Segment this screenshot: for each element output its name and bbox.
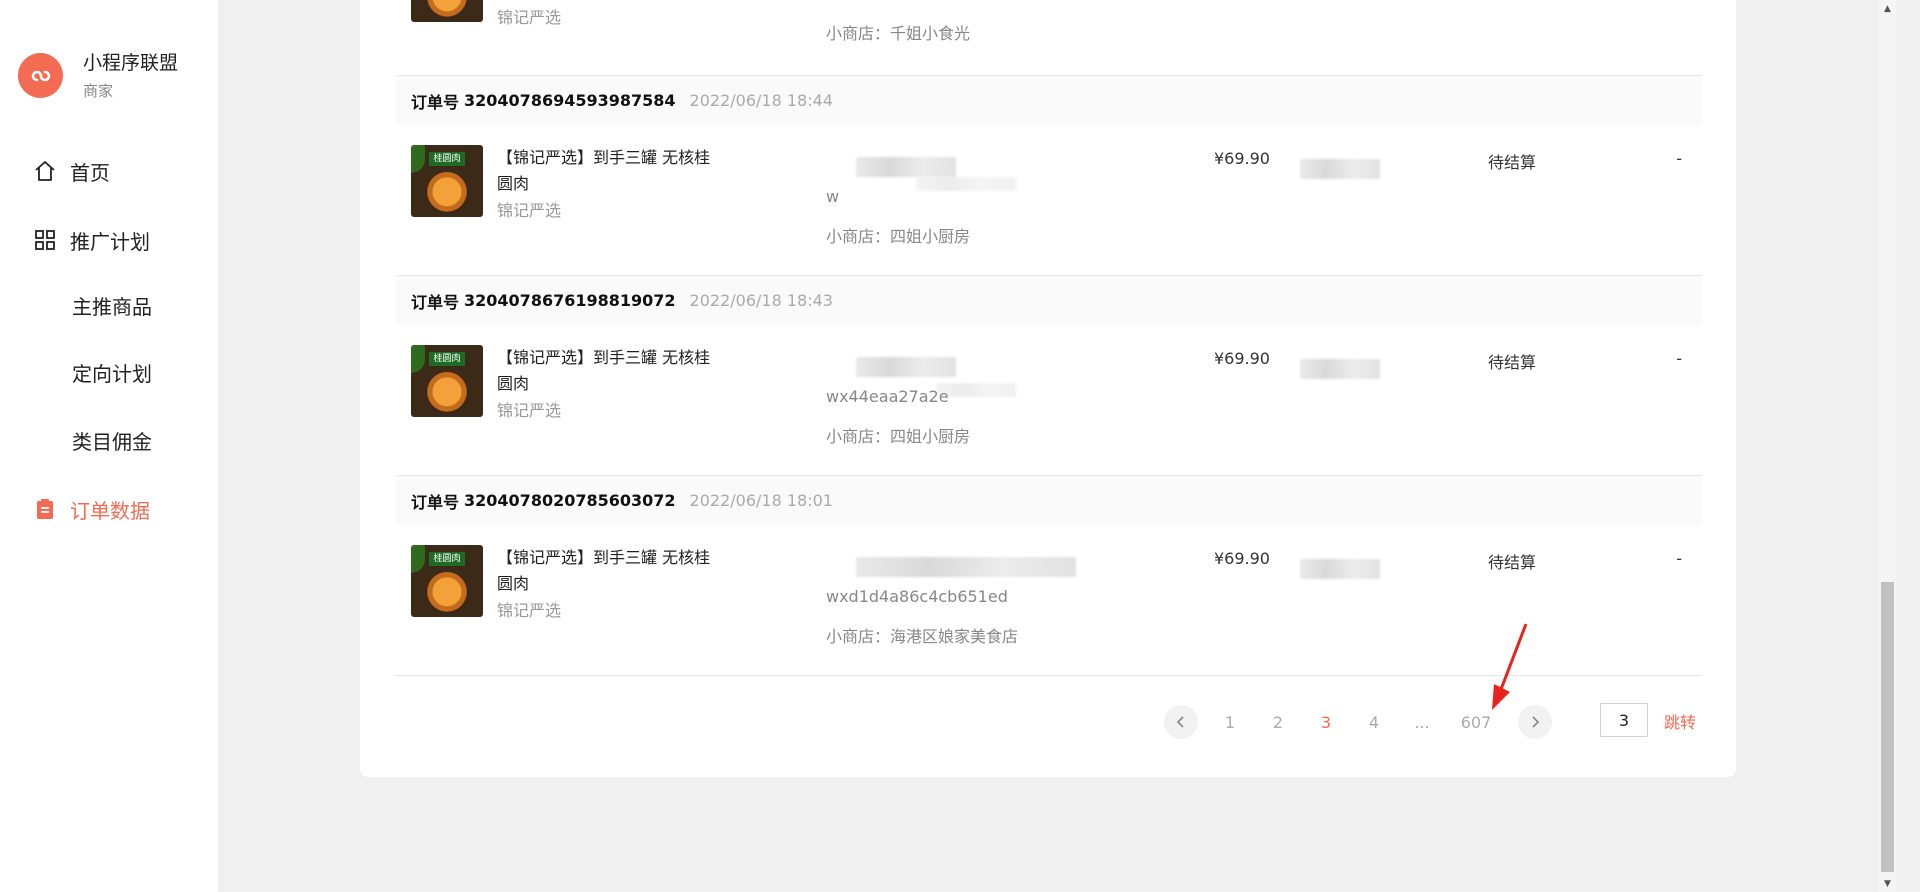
page-607[interactable]: 607 <box>1446 713 1506 732</box>
grid-icon <box>32 227 58 253</box>
nav-item-label: 主推商品 <box>72 294 152 319</box>
brand-role: 商家 <box>83 82 114 100</box>
shop-name: 小商店：四姐小厨房 <box>826 227 971 246</box>
product-thumbnail <box>411 0 483 22</box>
chevron-right-icon <box>1532 716 1540 728</box>
nav-item-targeted-plan[interactable]: 定向计划 <box>0 352 218 392</box>
order-no-label: 订单号 <box>411 492 460 512</box>
thumbnail-label: 桂圆肉 <box>429 352 465 366</box>
order-price: ¥69.90 <box>1214 149 1270 168</box>
nav-item-label: 定向计划 <box>72 361 152 386</box>
order-number: 3204078020785603072 <box>464 491 676 510</box>
nav-item-label: 推广计划 <box>70 229 150 254</box>
nav-item-label: 订单数据 <box>70 498 150 523</box>
nav-item-home[interactable]: 首页 <box>0 151 218 191</box>
order-price: ¥69.90 <box>1214 549 1270 568</box>
home-icon <box>32 158 58 184</box>
order-extra: - <box>1676 149 1682 168</box>
order-extra: - <box>1676 349 1682 368</box>
redacted-buyer <box>856 557 1076 577</box>
product-brand: 锦记严选 <box>497 8 562 27</box>
order-header: 订单号 3204078676198819072 2022/06/18 18:43 <box>396 275 1702 325</box>
product-thumbnail: 桂圆肉 <box>411 545 483 617</box>
order-status: 待结算 <box>1488 353 1537 372</box>
redacted-buyer <box>856 357 956 377</box>
thumbnail-label: 桂圆肉 <box>429 552 465 566</box>
order-time: 2022/06/18 18:44 <box>689 91 833 110</box>
prev-page-button[interactable] <box>1164 705 1198 739</box>
redacted-commission <box>1300 559 1380 579</box>
appid-text: wxd1d4a86c4cb651ed <box>826 587 1008 606</box>
clipboard-icon <box>32 496 58 522</box>
product-title: 【锦记严选】到手三罐 无核桂圆肉 <box>497 148 711 193</box>
order-number: 3204078676198819072 <box>464 291 676 310</box>
page-1[interactable]: 1 <box>1206 713 1254 732</box>
page-3-current[interactable]: 3 <box>1302 713 1350 732</box>
order-header: 订单号 3204078694593987584 2022/06/18 18:44 <box>396 75 1702 125</box>
nav-item-label: 首页 <box>70 160 110 185</box>
scroll-up-icon[interactable]: ▲ <box>1879 0 1896 17</box>
order-row: 桂圆肉 【锦记严选】到手三罐 无核桂圆肉 锦记严选 w 小商店：四姐小厨房 ¥6… <box>396 125 1702 275</box>
redacted-commission <box>1300 359 1380 379</box>
nav-item-label: 类目佣金 <box>72 429 152 454</box>
order-header: 订单号 3204078020785603072 2022/06/18 18:01 <box>396 475 1702 525</box>
order-price: ¥69.90 <box>1214 349 1270 368</box>
appid-text: w <box>826 187 840 206</box>
page-4[interactable]: 4 <box>1350 713 1398 732</box>
product-thumbnail: 桂圆肉 <box>411 345 483 417</box>
order-row: 桂圆肉 【锦记严选】到手三罐 无核桂圆肉 锦记严选 wx44eaa27a2e 小… <box>396 325 1702 475</box>
nav-item-category-commission[interactable]: 类目佣金 <box>0 420 218 460</box>
order-time: 2022/06/18 18:43 <box>689 291 833 310</box>
order-number: 3204078694593987584 <box>464 91 676 110</box>
shop-name: 小商店：四姐小厨房 <box>826 427 971 446</box>
chevron-left-icon <box>1176 716 1184 728</box>
shop-name: 小商店：海港区娘家美食店 <box>826 627 1019 646</box>
scroll-down-icon[interactable]: ▼ <box>1879 875 1896 892</box>
redacted-buyer <box>856 157 956 177</box>
product-thumbnail: 桂圆肉 <box>411 145 483 217</box>
annotation-arrow-icon <box>1492 623 1528 710</box>
page-2[interactable]: 2 <box>1254 713 1302 732</box>
brand: 小程序联盟 商家 <box>18 50 178 101</box>
redacted-appid <box>916 177 1016 191</box>
mini-program-logo-icon <box>18 53 63 98</box>
order-status: 待结算 <box>1488 153 1537 172</box>
brand-name: 小程序联盟 <box>83 52 179 74</box>
product-brand: 锦记严选 <box>497 601 562 620</box>
thumbnail-label: 桂圆肉 <box>429 152 465 166</box>
vertical-scrollbar[interactable]: ▲ ▼ <box>1879 0 1896 892</box>
order-time: 2022/06/18 18:01 <box>689 491 833 510</box>
page-jump-input[interactable] <box>1600 703 1648 737</box>
order-no-label: 订单号 <box>411 92 460 112</box>
order-extra: - <box>1676 549 1682 568</box>
product-title: 【锦记严选】到手三罐 无核桂圆肉 <box>497 548 711 593</box>
page-ellipsis: ... <box>1414 712 1430 732</box>
appid-text: wx44eaa27a2e <box>826 387 949 406</box>
order-status: 待结算 <box>1488 553 1537 572</box>
page-jump-button[interactable]: 跳转 <box>1664 709 1696 733</box>
redacted-commission <box>1300 159 1380 179</box>
sidebar: 小程序联盟 商家 首页 推广计划 主推商品 定向计划 类目佣金 订单数据 <box>0 0 218 892</box>
nav-item-main-goods[interactable]: 主推商品 <box>0 285 218 325</box>
product-brand: 锦记严选 <box>497 401 562 420</box>
product-title: 【锦记严选】到手三罐 无核桂圆肉 <box>497 348 711 393</box>
nav-item-order-data[interactable]: 订单数据 <box>0 489 218 529</box>
product-brand: 锦记严选 <box>497 201 562 220</box>
nav-item-promo-plan[interactable]: 推广计划 <box>0 220 218 260</box>
order-no-label: 订单号 <box>411 292 460 312</box>
scrollbar-thumb[interactable] <box>1881 582 1894 872</box>
shop-name: 小商店：千姐小食光 <box>826 24 971 43</box>
